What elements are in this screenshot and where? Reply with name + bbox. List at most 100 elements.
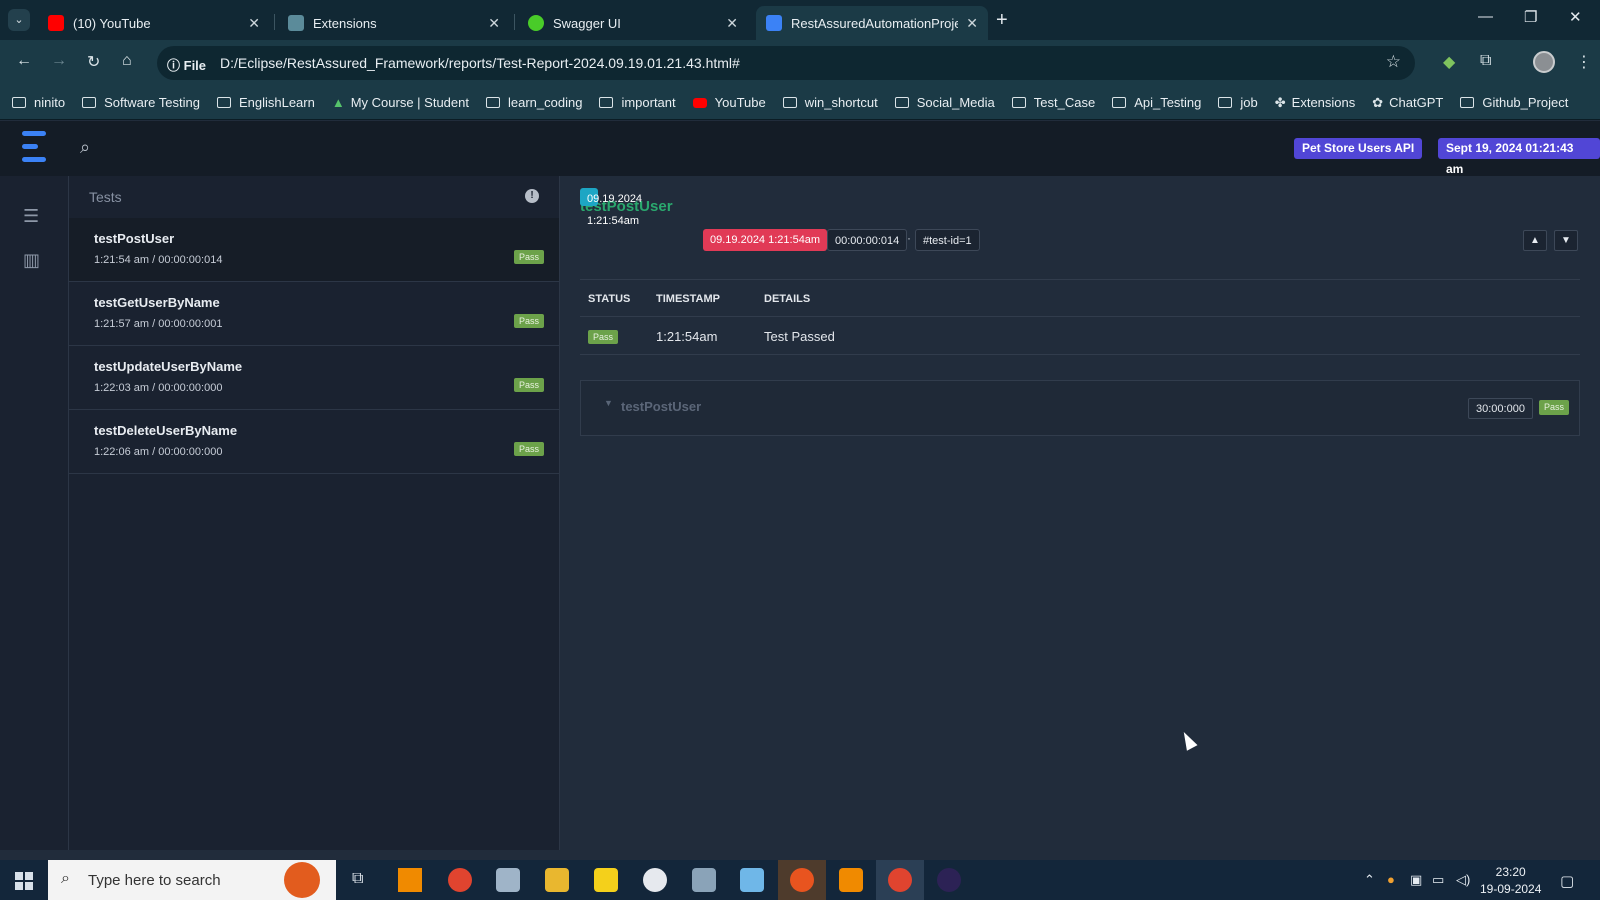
bookmarks-bar: ninito Software Testing EnglishLearn ▲ My…	[0, 86, 1600, 120]
tab-separator	[274, 14, 275, 30]
test-name: testGetUserByName	[94, 295, 220, 310]
tab-swagger[interactable]: Swagger UI ✕	[518, 6, 748, 40]
test-item[interactable]: testDeleteUserByName 1:22:06 am / 00:00:…	[69, 410, 559, 474]
task-view-icon[interactable]: ⧉	[352, 870, 363, 888]
notepad-icon[interactable]	[740, 868, 764, 892]
url-text[interactable]: D:/Eclipse/RestAssured_Framework/reports…	[220, 55, 740, 71]
address-bar[interactable]: ⓘ File D:/Eclipse/RestAssured_Framework/…	[157, 46, 1415, 80]
chevron-down-icon[interactable]: ▼	[1554, 230, 1578, 251]
expand-chevron-icon[interactable]: ▼	[604, 398, 613, 408]
status-badge: Pass	[513, 250, 544, 264]
close-window-icon[interactable]: ✕	[1569, 8, 1582, 26]
bookmark-api-testing[interactable]: Api_Testing	[1112, 95, 1201, 110]
media-player-icon[interactable]	[839, 868, 863, 892]
clock-app-icon[interactable]	[643, 868, 667, 892]
test-detail-panel: testPostUser 09.19.2024 1:21:54am 09.19.…	[560, 176, 1600, 850]
tab-report[interactable]: RestAssuredAutomationProject ✕	[756, 6, 988, 40]
bookmark-label: My Course | Student	[350, 95, 469, 110]
calculator-icon[interactable]	[692, 868, 716, 892]
bookmark-englishlearn[interactable]: EnglishLearn	[216, 95, 315, 110]
bookmark-ninito[interactable]: ninito	[12, 95, 65, 110]
test-item[interactable]: testPostUser 1:21:54 am / 00:00:00:014 P…	[69, 218, 559, 282]
puzzle-icon	[288, 15, 304, 31]
tab-youtube[interactable]: (10) YouTube ✕	[38, 6, 270, 40]
volume-icon[interactable]: ◁)	[1456, 872, 1470, 888]
forward-icon[interactable]: →	[51, 52, 67, 70]
bookmark-important[interactable]: important	[599, 95, 676, 110]
search-icon[interactable]: ⌕	[80, 137, 90, 158]
close-tab-icon[interactable]: ✕	[488, 15, 500, 32]
taskbar-search-box[interactable]: ⌕ Type here to search	[48, 860, 336, 900]
start-time-chip: 09.19.2024 1:21:54am	[580, 188, 642, 227]
menu-kebab-icon[interactable]: ⋮	[1576, 52, 1592, 72]
status-badge: Pass	[513, 378, 544, 392]
show-hidden-icons-icon[interactable]: ⌃	[1364, 872, 1375, 888]
windows-start-icon[interactable]	[15, 872, 33, 890]
profile-avatar[interactable]	[1533, 51, 1555, 73]
chip-separator: ·	[907, 231, 911, 245]
bookmark-star-icon[interactable]: ☆	[1386, 52, 1401, 72]
site-info-button[interactable]: ⓘ File	[167, 55, 206, 74]
tab-extensions[interactable]: Extensions ✕	[278, 6, 510, 40]
bookmark-github-project[interactable]: Github_Project	[1460, 95, 1568, 110]
test-node-card[interactable]: ▼ testPostUser 30:00:000 Pass	[580, 380, 1580, 436]
minimize-icon[interactable]: —	[1478, 8, 1493, 25]
column-header-details: DETAILS	[764, 293, 811, 305]
bookmark-learn-coding[interactable]: learn_coding	[485, 95, 582, 110]
test-item[interactable]: testUpdateUserByName 1:22:03 am / 00:00:…	[69, 346, 559, 410]
table-row: Pass 1:21:54am Test Passed	[580, 317, 1580, 355]
chevron-up-icon[interactable]: ▲	[1523, 230, 1547, 251]
folder-icon	[1218, 97, 1233, 108]
bookmark-test-case[interactable]: Test_Case	[1011, 95, 1095, 110]
back-icon[interactable]: ←	[16, 52, 32, 70]
chrome-icon[interactable]	[448, 868, 472, 892]
extension-icon[interactable]: ◆	[1443, 52, 1455, 72]
bookmark-chatgpt[interactable]: ✿ ChatGPT	[1372, 95, 1443, 111]
extensions-puzzle-icon[interactable]: ⧉	[1480, 52, 1491, 70]
remote-desktop-icon[interactable]	[496, 868, 520, 892]
bookmark-social-media[interactable]: Social_Media	[894, 95, 995, 110]
dashboard-chart-icon[interactable]: ▥	[23, 250, 40, 271]
bookmark-software-testing[interactable]: Software Testing	[82, 95, 200, 110]
notifications-icon[interactable]: ▢	[1560, 872, 1574, 890]
bookmark-win-shortcut[interactable]: win_shortcut	[782, 95, 878, 110]
close-tab-icon[interactable]: ✕	[248, 15, 260, 32]
node-duration: 30:00:000	[1468, 398, 1533, 419]
status-badge: Pass	[588, 330, 619, 344]
folder-icon	[894, 97, 909, 108]
bookmark-my-course[interactable]: ▲ My Course | Student	[332, 95, 469, 110]
bookmark-extensions[interactable]: ✤ Extensions	[1275, 95, 1356, 111]
chrome-tray-icon[interactable]: ●	[1387, 872, 1395, 887]
reload-icon[interactable]: ↻	[87, 52, 100, 72]
sticky-notes-icon[interactable]	[594, 868, 618, 892]
tab-separator	[514, 14, 515, 30]
meet-now-icon[interactable]: ▣	[1410, 872, 1422, 888]
extent-logo[interactable]	[22, 129, 50, 165]
home-icon[interactable]: ⌂	[122, 52, 132, 70]
test-list-panel: Tests ! testPostUser 1:21:54 am / 00:00:…	[69, 176, 560, 850]
bookmark-job[interactable]: job	[1218, 95, 1258, 110]
taskbar-clock[interactable]: 23:20 19-09-2024	[1480, 864, 1541, 898]
network-icon[interactable]: ▭	[1432, 872, 1444, 888]
folder-icon	[782, 97, 797, 108]
tab-title: RestAssuredAutomationProject	[791, 15, 959, 31]
vlc-icon[interactable]	[398, 868, 422, 892]
folder-icon	[12, 97, 26, 108]
bookmark-youtube[interactable]: YouTube	[692, 95, 766, 110]
close-tab-icon[interactable]: ✕	[726, 15, 738, 32]
puzzle-icon: ✤	[1274, 94, 1286, 110]
new-tab-button[interactable]: +	[996, 9, 1008, 32]
file-explorer-icon[interactable]	[545, 868, 569, 892]
test-list-icon[interactable]: ☰	[23, 206, 39, 227]
eclipse-icon[interactable]	[937, 868, 961, 892]
info-icon[interactable]: !	[525, 189, 539, 203]
firefox-icon[interactable]	[790, 868, 814, 892]
chrome-icon[interactable]	[888, 868, 912, 892]
bookmark-label: ChatGPT	[1389, 95, 1444, 110]
close-tab-icon[interactable]: ✕	[966, 15, 978, 32]
restore-icon[interactable]: ❐	[1524, 8, 1537, 26]
log-timestamp: 1:21:54am	[656, 329, 718, 344]
folder-icon	[485, 97, 500, 108]
tab-search-button[interactable]: ⌄	[8, 9, 30, 31]
test-item[interactable]: testGetUserByName 1:21:57 am / 00:00:00:…	[69, 282, 559, 346]
